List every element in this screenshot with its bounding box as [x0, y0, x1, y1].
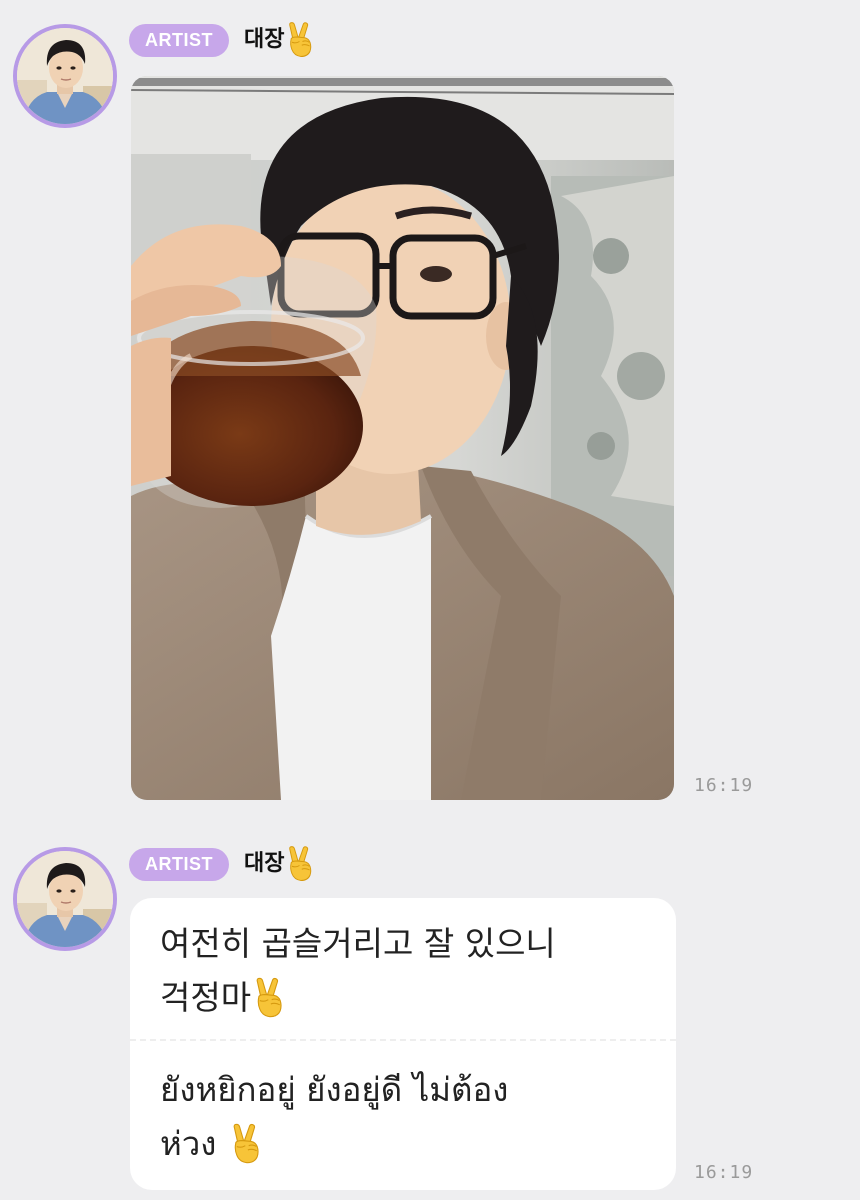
victory-hand-icon — [230, 1123, 264, 1165]
artist-badge: ARTIST — [129, 24, 229, 57]
message-photo: ARTIST 대장 16:19 — [0, 0, 860, 820]
avatar[interactable] — [13, 847, 117, 951]
artist-badge: ARTIST — [129, 848, 229, 881]
thai-text-line-2: ห่วง — [160, 1122, 264, 1166]
victory-hand-icon — [286, 846, 316, 882]
avatar[interactable] — [13, 24, 117, 128]
timestamp: 16:19 — [694, 775, 754, 796]
victory-hand-icon — [253, 977, 287, 1019]
timestamp: 16:19 — [694, 1162, 754, 1183]
sender-name: 대장 — [244, 22, 316, 58]
avatar-image — [17, 851, 113, 947]
translation-divider — [130, 1039, 676, 1041]
thai-text-line-1: ยังหยิกอยู่ ยังอยู่ดี ไม่ต้อง — [160, 1070, 509, 1109]
thai-text-line-2-text: ห่วง — [160, 1124, 217, 1163]
korean-text-line-2-text: 걱정마 — [160, 978, 252, 1017]
korean-text-line-1: 여전히 곱슬거리고 잘 있으니 — [160, 924, 556, 963]
avatar-image — [17, 28, 113, 124]
victory-hand-icon — [286, 22, 316, 58]
sender-name-text: 대장 — [244, 27, 285, 52]
korean-text-line-2: 걱정마 — [160, 976, 287, 1020]
text-message-bubble[interactable]: 여전히 곱슬거리고 잘 있으니 걱정마 ยังหยิกอยู่ ยังอยู่ด… — [130, 898, 676, 1190]
sender-name-text: 대장 — [244, 851, 285, 876]
selfie-photo — [131, 76, 674, 800]
photo-message[interactable] — [131, 76, 674, 800]
sender-name: 대장 — [244, 846, 316, 882]
